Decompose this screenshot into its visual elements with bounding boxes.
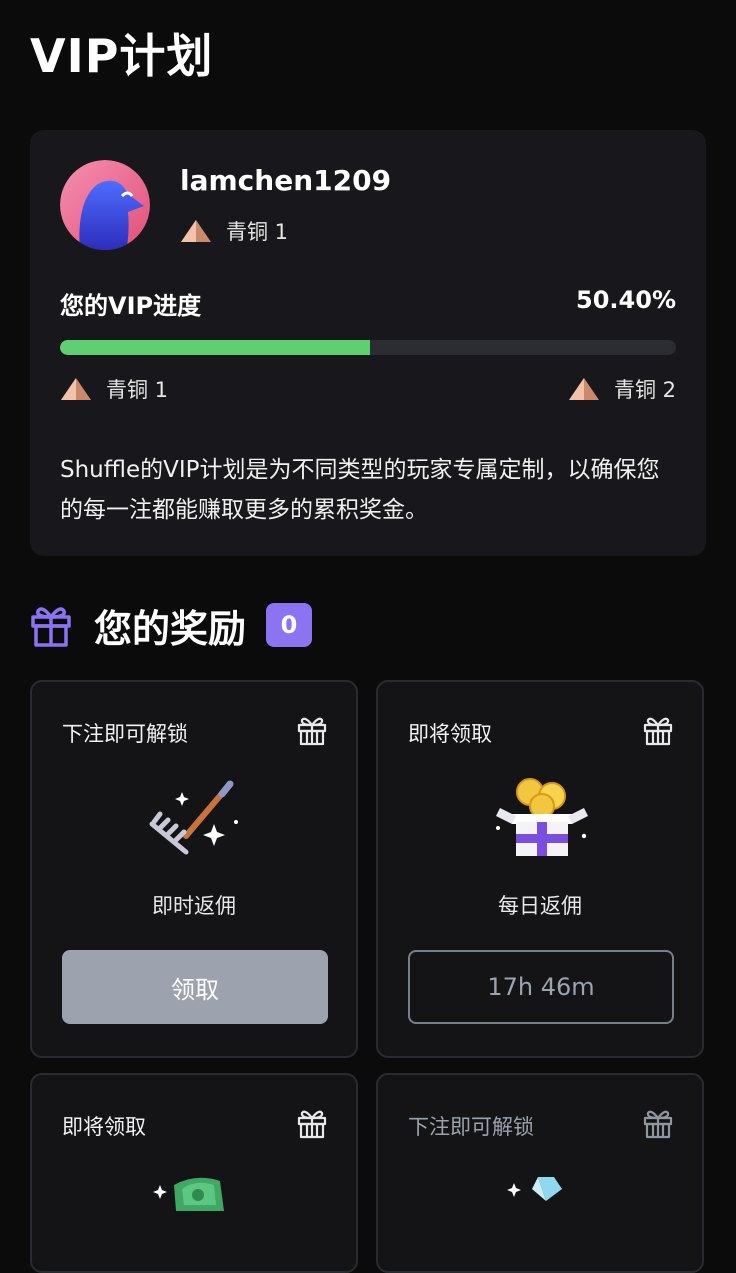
card-status: 即将领取 xyxy=(408,722,492,746)
rewards-title: 您的奖励 xyxy=(94,606,247,651)
diamond-icon xyxy=(507,1177,562,1201)
current-tier: 青铜 1 xyxy=(180,216,288,246)
gift-box-coins-icon xyxy=(496,778,588,856)
progress-to-tier: 青铜 2 xyxy=(568,374,676,404)
bronze-tier-icon xyxy=(568,378,599,400)
vip-status-card: lamchen1209 青铜 1 您的VIP进度 50.40% 青铜 1 青铜 … xyxy=(30,130,706,556)
vip-description: Shuffle的VIP计划是为不同类型的玩家专属定制，以确保您的每一注都能赚取更… xyxy=(60,457,660,523)
username: lamchen1209 xyxy=(180,164,392,197)
reward-card-upcoming: 即将领取 xyxy=(30,1073,358,1273)
avatar[interactable] xyxy=(60,160,150,250)
from-tier-label: 青铜 1 xyxy=(106,378,169,402)
bronze-tier-icon xyxy=(61,378,91,400)
reward-card-locked: 下注即可解锁 xyxy=(376,1073,704,1273)
gift-icon xyxy=(643,1110,673,1139)
gift-icon xyxy=(643,717,673,746)
progress-label: 您的VIP进度 xyxy=(60,292,202,320)
gift-icon xyxy=(297,717,327,746)
current-tier-label: 青铜 1 xyxy=(226,220,289,244)
reward-card-daily-rakeback: 即将领取 每日返佣 17h 46m xyxy=(376,680,704,1058)
page-title: VIP计划 xyxy=(30,29,214,83)
claim-button[interactable]: 领取 xyxy=(62,950,328,1024)
progress-fill xyxy=(60,340,371,355)
progress-percent: 50.40% xyxy=(576,286,676,314)
progress-bar xyxy=(60,340,676,355)
countdown-timer: 17h 46m xyxy=(408,950,674,1024)
rake-icon xyxy=(149,780,238,855)
card-status: 下注即可解锁 xyxy=(62,722,188,746)
rewards-header: 您的奖励 0 xyxy=(30,600,313,651)
gift-icon xyxy=(31,607,71,647)
rewards-count-badge: 0 xyxy=(266,603,313,647)
progress-from-tier: 青铜 1 xyxy=(60,374,168,404)
to-tier-label: 青铜 2 xyxy=(613,378,676,402)
card-name: 每日返佣 xyxy=(498,894,582,918)
cash-icon xyxy=(153,1177,224,1211)
card-status: 下注即可解锁 xyxy=(408,1115,534,1139)
card-name: 即时返佣 xyxy=(152,894,236,918)
reward-card-instant-rakeback: 下注即可解锁 即时返佣 领取 xyxy=(30,680,358,1058)
gift-icon xyxy=(297,1110,327,1139)
card-status: 即将领取 xyxy=(62,1115,146,1139)
bronze-tier-icon xyxy=(181,220,211,242)
